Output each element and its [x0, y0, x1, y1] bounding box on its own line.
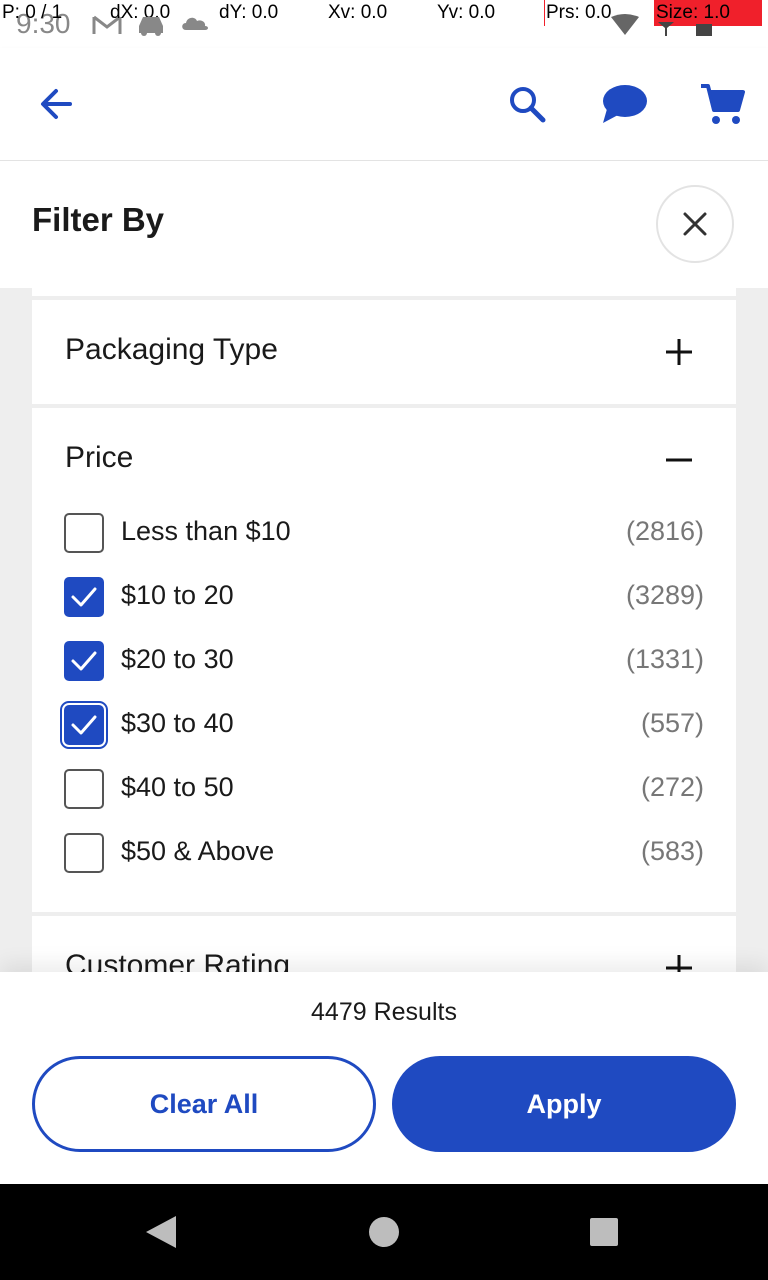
pointer-count: P: 0 / 1: [2, 2, 63, 23]
search-button[interactable]: [499, 76, 555, 132]
chat-button[interactable]: [596, 74, 652, 134]
checkbox[interactable]: [64, 833, 104, 873]
section-price: Price Less than $10 (2816) $10 to 20 (32…: [32, 408, 736, 912]
checkbox[interactable]: [64, 577, 104, 617]
wifi-icon: [611, 14, 639, 35]
results-count: 4479 Results: [311, 998, 457, 1026]
nav-back-icon[interactable]: [144, 1214, 178, 1250]
section-title: Price: [65, 441, 134, 474]
close-icon: [683, 212, 707, 236]
check-icon: [71, 651, 97, 671]
option-count: (1331): [625, 644, 704, 674]
apply-button[interactable]: Apply: [392, 1056, 736, 1152]
price-option-50-and-above[interactable]: $50 & Above (583): [64, 833, 704, 873]
cloud-icon: [182, 17, 208, 30]
status-bar: 9:30 P: 0 / 1 dX: 0.0 dY: 0.0 Xv: 0.0 Yv…: [0, 0, 768, 48]
option-count: (583): [640, 836, 704, 866]
filter-title: Filter By: [32, 201, 165, 238]
back-button[interactable]: [28, 76, 84, 132]
option-label: $30 to 40: [121, 708, 234, 738]
nav-recents-icon[interactable]: [589, 1217, 619, 1247]
section-title: Customer Rating: [65, 949, 291, 972]
size: Size: 1.0: [656, 2, 730, 23]
section-title: Packaging Type: [65, 333, 278, 366]
checkbox[interactable]: [64, 641, 104, 681]
battery-icon: [696, 24, 712, 36]
signal-icon: [658, 22, 674, 36]
nav-home-icon[interactable]: [368, 1216, 400, 1248]
app-bar: [0, 48, 768, 161]
pressure-marker: [544, 0, 545, 26]
minus-icon[interactable]: [664, 445, 694, 475]
section-packaging-type[interactable]: Packaging Type: [32, 300, 736, 404]
option-count: (557): [640, 708, 704, 738]
plus-icon[interactable]: [664, 337, 694, 367]
option-count: (3289): [625, 580, 704, 610]
checkbox[interactable]: [60, 701, 108, 749]
car-icon: [139, 17, 163, 36]
price-option-10-to-20[interactable]: $10 to 20 (3289): [64, 577, 704, 617]
search-icon: [510, 87, 546, 123]
clear-all-button[interactable]: Clear All: [32, 1056, 376, 1152]
previous-section-edge: [32, 288, 736, 296]
option-label: $10 to 20: [121, 580, 234, 610]
option-label: $40 to 50: [121, 772, 234, 802]
checkbox[interactable]: [64, 769, 104, 809]
price-option-20-to-30[interactable]: $20 to 30 (1331): [64, 641, 704, 681]
chat-bubble-icon: [603, 85, 647, 123]
cart-icon: [701, 84, 745, 124]
price-option-less-than-10[interactable]: Less than $10 (2816): [64, 513, 704, 553]
filter-scroll-area[interactable]: Packaging Type Price Less than $10 (2816…: [0, 288, 768, 972]
option-label: $20 to 30: [121, 644, 234, 674]
pressure: Prs: 0.0: [546, 2, 612, 23]
option-count: (272): [640, 772, 704, 802]
cart-button[interactable]: [692, 76, 752, 132]
option-label: Less than $10: [121, 516, 291, 546]
close-filter-button[interactable]: [656, 185, 734, 263]
y-velocity: Yv: 0.0: [437, 2, 496, 23]
filter-header: Filter By: [0, 161, 768, 288]
check-icon: [71, 587, 97, 607]
system-nav-bar: [0, 1184, 768, 1280]
x-velocity: Xv: 0.0: [328, 2, 388, 23]
plus-icon[interactable]: [664, 953, 694, 972]
section-customer-rating[interactable]: Customer Rating: [32, 916, 736, 972]
filter-footer: 4479 Results Clear All Apply: [0, 972, 768, 1184]
arrow-left-icon: [41, 89, 72, 119]
option-count: (2816): [625, 516, 704, 546]
option-label: $50 & Above: [121, 836, 275, 866]
price-option-40-to-50[interactable]: $40 to 50 (272): [64, 769, 704, 809]
checkbox[interactable]: [64, 513, 104, 553]
price-option-30-to-40[interactable]: $30 to 40 (557): [60, 701, 704, 749]
check-icon: [71, 715, 97, 735]
delta-y: dY: 0.0: [219, 2, 279, 23]
